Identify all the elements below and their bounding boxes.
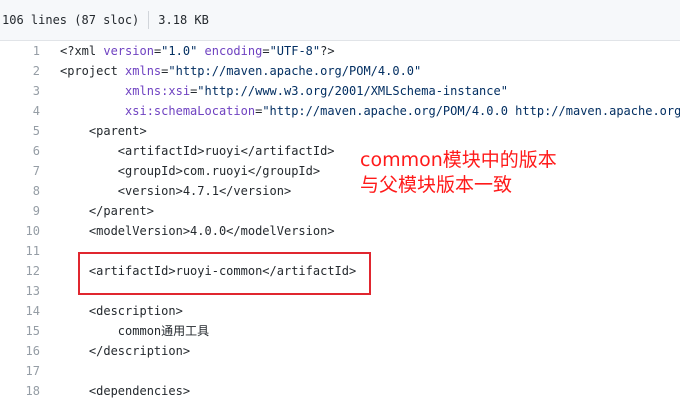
code-token: <artifactId>ruoyi</artifactId> (117, 144, 335, 158)
code-text: <description> (60, 301, 183, 321)
line-number[interactable]: 3 (0, 81, 40, 101)
code-text: <parent> (60, 121, 147, 141)
line-number[interactable]: 4 (0, 101, 40, 121)
code-line: 14 <description> (0, 301, 680, 321)
code-text: <dependencies> (60, 381, 190, 401)
code-text: <project xmlns="http://maven.apache.org/… (60, 61, 421, 81)
line-number[interactable]: 15 (0, 321, 40, 341)
code-text: common通用工具 (60, 321, 209, 341)
line-number[interactable]: 6 (0, 141, 40, 161)
line-number[interactable]: 14 (0, 301, 40, 321)
code-token: <parent> (88, 124, 147, 138)
code-token: = (262, 44, 270, 58)
code-token: ?> (320, 44, 335, 58)
line-number[interactable]: 8 (0, 181, 40, 201)
line-count: 106 lines (87 sloc) (2, 13, 140, 27)
code-view: 1 <?xml version="1.0" encoding="UTF-8"?> 2… (0, 41, 680, 401)
annotation-line-1: common模块中的版本 (360, 149, 557, 171)
annotation-line-2: 与父模块版本一致 (360, 174, 513, 196)
code-line: 1 <?xml version="1.0" encoding="UTF-8"?> (0, 41, 680, 61)
code-token: </parent> (88, 204, 154, 218)
code-text: <version>4.7.1</version> (60, 181, 291, 201)
code-token: <version>4.7.1</version> (117, 184, 292, 198)
code-line: 9 </parent> (0, 201, 680, 221)
code-token: xmlns (125, 64, 162, 78)
code-token: <?xml (60, 44, 104, 58)
highlight-box (78, 252, 371, 295)
code-token: version (103, 44, 154, 58)
code-token: </description> (88, 344, 191, 358)
code-token: encoding (204, 44, 263, 58)
line-number[interactable]: 10 (0, 221, 40, 241)
code-line: 2 <project xmlns="http://maven.apache.org… (0, 61, 680, 81)
line-number[interactable]: 5 (0, 121, 40, 141)
code-token: xsi:schemaLocation (125, 104, 256, 118)
code-line: 18 <dependencies> (0, 381, 680, 401)
annotation: common模块中的版本 与父模块版本一致 (360, 148, 557, 198)
line-number[interactable]: 16 (0, 341, 40, 361)
line-number[interactable]: 17 (0, 361, 40, 381)
code-token: "http://maven.apache.org/POM/4.0.0" (168, 64, 422, 78)
code-text: </description> (60, 341, 190, 361)
code-line: 7 <groupId>com.ruoyi</groupId> (0, 161, 680, 181)
divider (148, 11, 150, 29)
line-number[interactable]: 7 (0, 161, 40, 181)
code-token: <project (60, 64, 126, 78)
code-token: "http://www.w3.org/2001/XMLSchema-instan… (197, 84, 508, 98)
line-number[interactable]: 1 (0, 41, 40, 61)
code-line: 15 common通用工具 (0, 321, 680, 341)
code-line: 17 (0, 361, 680, 381)
code-line: 4 xsi:schemaLocation="http://maven.apach… (0, 101, 680, 121)
code-token: <description> (88, 304, 183, 318)
code-text: <modelVersion>4.0.0</modelVersion> (60, 221, 335, 241)
code-token: <groupId>com.ruoyi</groupId> (117, 164, 321, 178)
code-text: <?xml version="1.0" encoding="UTF-8"?> (60, 41, 335, 61)
file-size: 3.18 KB (158, 13, 209, 27)
line-number[interactable]: 2 (0, 61, 40, 81)
code-line: 3 xmlns:xsi="http://www.w3.org/2001/XMLS… (0, 81, 680, 101)
line-number[interactable]: 13 (0, 281, 40, 301)
code-line: 10 <modelVersion>4.0.0</modelVersion> (0, 221, 680, 241)
code-token: "http://maven.apache.org/POM/4.0.0 http:… (262, 104, 680, 118)
code-line: 16 </description> (0, 341, 680, 361)
line-number[interactable]: 11 (0, 241, 40, 261)
code-text: </parent> (60, 201, 154, 221)
code-line: 5 <parent> (0, 121, 680, 141)
line-number[interactable]: 18 (0, 381, 40, 401)
code-text: <groupId>com.ruoyi</groupId> (60, 161, 320, 181)
code-token: "1.0" (161, 44, 198, 58)
code-token: xmlns:xsi (125, 84, 191, 98)
code-text: xmlns:xsi="http://www.w3.org/2001/XMLSch… (60, 81, 508, 101)
line-number[interactable]: 12 (0, 261, 40, 281)
line-number[interactable]: 9 (0, 201, 40, 221)
code-text: xsi:schemaLocation="http://maven.apache.… (60, 101, 680, 121)
code-line: 6 <artifactId>ruoyi</artifactId> (0, 141, 680, 161)
code-token: common通用工具 (117, 324, 210, 338)
code-text: <artifactId>ruoyi</artifactId> (60, 141, 335, 161)
file-info-bar: 106 lines (87 sloc) 3.18 KB (0, 0, 680, 41)
code-line: 8 <version>4.7.1</version> (0, 181, 680, 201)
code-token: "UTF-8" (269, 44, 321, 58)
code-token: <modelVersion>4.0.0</modelVersion> (88, 224, 335, 238)
code-token: <dependencies> (88, 384, 191, 398)
